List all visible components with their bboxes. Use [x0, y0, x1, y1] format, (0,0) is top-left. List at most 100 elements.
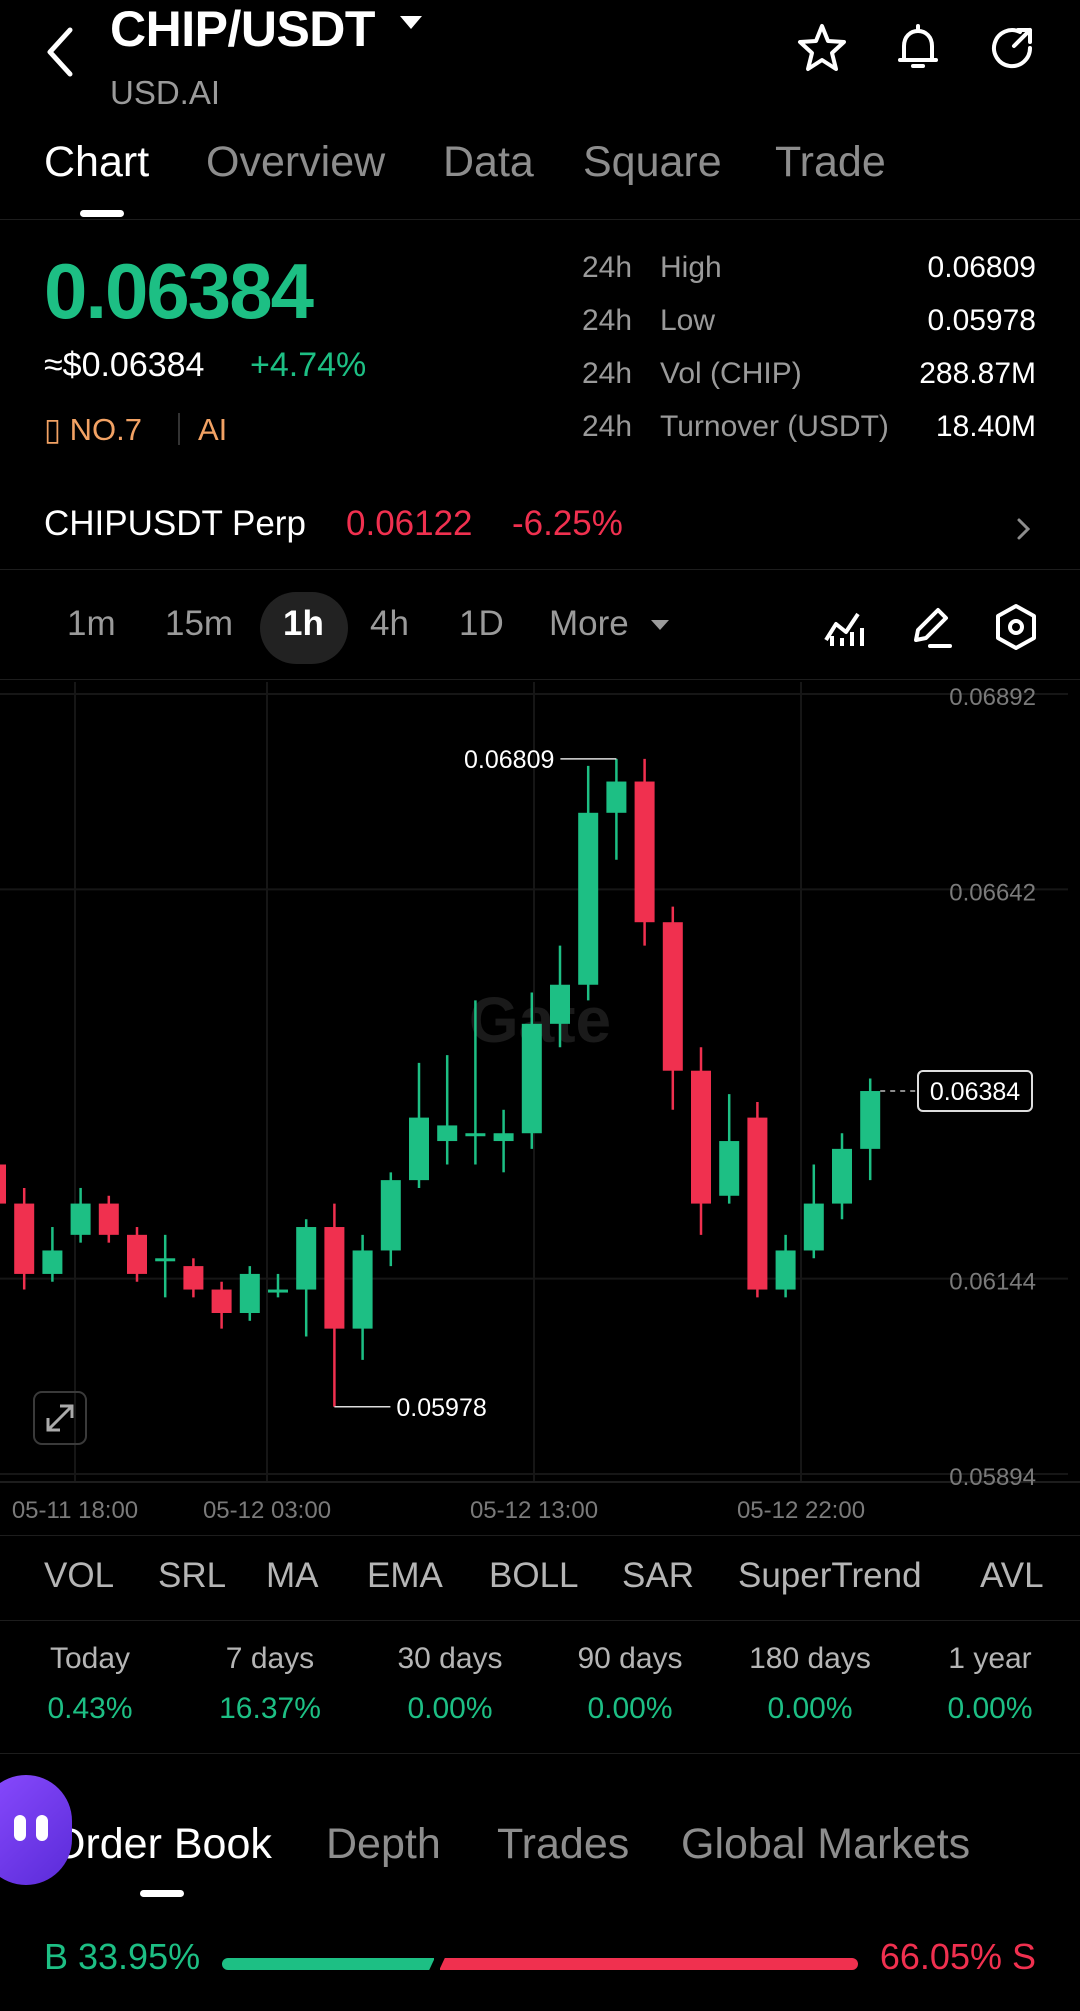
pair-dropdown-icon[interactable]	[400, 16, 422, 29]
usd-price: ≈$0.06384	[44, 346, 205, 384]
rank-badge[interactable]: ▯ NO.7	[44, 412, 142, 448]
chevron-right-icon	[1017, 518, 1031, 540]
candle-body	[465, 1133, 486, 1137]
perf-value: 0.00%	[947, 1692, 1033, 1725]
candle-body	[662, 922, 683, 1071]
perf-90d: 90 days 0.00%	[540, 1642, 720, 1726]
last-price: 0.06384	[44, 247, 314, 335]
candle-body	[352, 1250, 373, 1329]
perf-label: 90 days	[577, 1642, 683, 1675]
stat-value-volume: 288.87M	[919, 357, 1036, 390]
timeframe-1d[interactable]: 1D	[459, 604, 504, 644]
indicator-sar[interactable]: SAR	[622, 1556, 694, 1596]
settings-icon[interactable]	[991, 602, 1041, 652]
tab-trade[interactable]: Trade	[775, 138, 886, 187]
candles	[0, 758, 881, 1407]
tab-square[interactable]: Square	[583, 138, 722, 187]
candle-body	[127, 1234, 147, 1274]
tab-order-book[interactable]: Order Book	[52, 1820, 272, 1869]
perf-value: 16.37%	[219, 1692, 321, 1725]
candle-body	[155, 1258, 176, 1262]
candlestick-chart[interactable]: Gate 0.068090.059780.06384 0.068920.0664…	[0, 682, 1080, 1535]
indicator-bar: VOL SRL MA EMA BOLL SAR SuperTrend AVL	[0, 1535, 1080, 1621]
active-tab-indicator	[140, 1890, 184, 1897]
more-dropdown-icon	[651, 620, 669, 630]
tab-trades[interactable]: Trades	[497, 1820, 629, 1869]
perf-label: Today	[49, 1642, 131, 1675]
tab-global-markets[interactable]: Global Markets	[681, 1820, 970, 1869]
tab-data[interactable]: Data	[443, 138, 534, 187]
timeframe-1m[interactable]: 1m	[67, 604, 116, 644]
x-tick-label: 05-11 18:00	[12, 1497, 138, 1524]
tab-depth[interactable]: Depth	[326, 1820, 441, 1869]
pencil-icon[interactable]	[906, 602, 956, 652]
candle-body	[719, 1141, 740, 1196]
buy-ratio-label: B 33.95%	[44, 1936, 201, 1977]
perf-180d: 180 days 0.00%	[720, 1642, 900, 1726]
perp-price: 0.06122	[346, 504, 473, 543]
candle-body	[70, 1203, 91, 1235]
category-tag[interactable]: AI	[198, 412, 227, 448]
stat-prefix: 24h	[582, 304, 633, 337]
timeframe-1h[interactable]: 1h	[283, 604, 324, 644]
buy-ratio-bar	[222, 1958, 434, 1970]
sell-ratio-bar	[440, 1958, 858, 1970]
candle-body	[493, 1133, 514, 1142]
candle-body	[578, 812, 599, 985]
back-icon[interactable]	[40, 22, 80, 82]
candle-body	[860, 1091, 881, 1149]
candle-body	[268, 1289, 288, 1293]
candle-body	[832, 1148, 852, 1204]
candle-body	[437, 1125, 458, 1142]
pair-title[interactable]: CHIP/USDT	[110, 0, 375, 58]
perf-value: 0.00%	[407, 1692, 493, 1725]
indicator-vol[interactable]: VOL	[44, 1556, 114, 1596]
timeframe-bar: 1m 15m 1h 4h 1D More	[0, 580, 1080, 680]
tab-chart[interactable]: Chart	[44, 138, 149, 187]
perp-change: -6.25%	[512, 504, 623, 543]
tab-overview[interactable]: Overview	[206, 138, 385, 187]
candle-body	[747, 1117, 768, 1290]
timeframe-more[interactable]: More	[549, 604, 629, 644]
perp-row[interactable]: CHIPUSDT Perp 0.06122 -6.25%	[0, 500, 1080, 570]
perf-1y: 1 year 0.00%	[900, 1642, 1080, 1726]
indicator-icon[interactable]	[820, 602, 870, 652]
indicator-srl[interactable]: SRL	[158, 1556, 226, 1596]
perf-label: 7 days	[225, 1642, 315, 1675]
main-tabs: Chart Overview Data Square Trade	[0, 138, 1080, 220]
bell-icon[interactable]	[890, 20, 946, 76]
indicator-supertrend[interactable]: SuperTrend	[738, 1556, 922, 1596]
candle-body	[42, 1250, 63, 1274]
indicator-boll[interactable]: BOLL	[489, 1556, 579, 1596]
rank-icon: ▯	[44, 412, 70, 447]
assistant-bot-icon[interactable]	[0, 1775, 72, 1885]
indicator-ma[interactable]: MA	[266, 1556, 319, 1596]
low-label: 0.05978	[396, 1394, 486, 1422]
perf-30d: 30 days 0.00%	[360, 1642, 540, 1726]
perf-value: 0.00%	[767, 1692, 853, 1725]
indicator-ema[interactable]: EMA	[367, 1556, 443, 1596]
stat-label-low: Low	[660, 304, 716, 337]
rank-label: NO.7	[69, 412, 143, 447]
timeframe-4h[interactable]: 4h	[370, 604, 409, 644]
chart-annotations: 0.06809 0.05978 0.06384	[334, 746, 1033, 1422]
y-tick-label: 0.05894	[949, 1464, 1036, 1491]
pair-subtitle: USD.AI	[110, 74, 221, 111]
bot-eye	[36, 1815, 48, 1841]
timeframe-15m[interactable]: 15m	[165, 604, 233, 644]
perf-label: 180 days	[749, 1642, 871, 1675]
indicator-avl[interactable]: AVL	[980, 1556, 1044, 1596]
x-tick-label: 05-12 03:00	[203, 1497, 331, 1524]
candle-body	[98, 1203, 119, 1235]
share-icon[interactable]	[984, 20, 1040, 76]
candle-body	[14, 1203, 35, 1274]
bot-eye	[14, 1815, 26, 1841]
stat-label-high: High	[660, 251, 722, 284]
perf-7d: 7 days 16.37%	[180, 1642, 360, 1726]
candle-body	[775, 1250, 796, 1290]
sell-ratio-label: 66.05% S	[879, 1936, 1036, 1977]
candle-body	[0, 1164, 6, 1204]
star-icon[interactable]	[794, 20, 850, 76]
stat-prefix: 24h	[582, 251, 633, 284]
candle-body	[324, 1227, 345, 1329]
